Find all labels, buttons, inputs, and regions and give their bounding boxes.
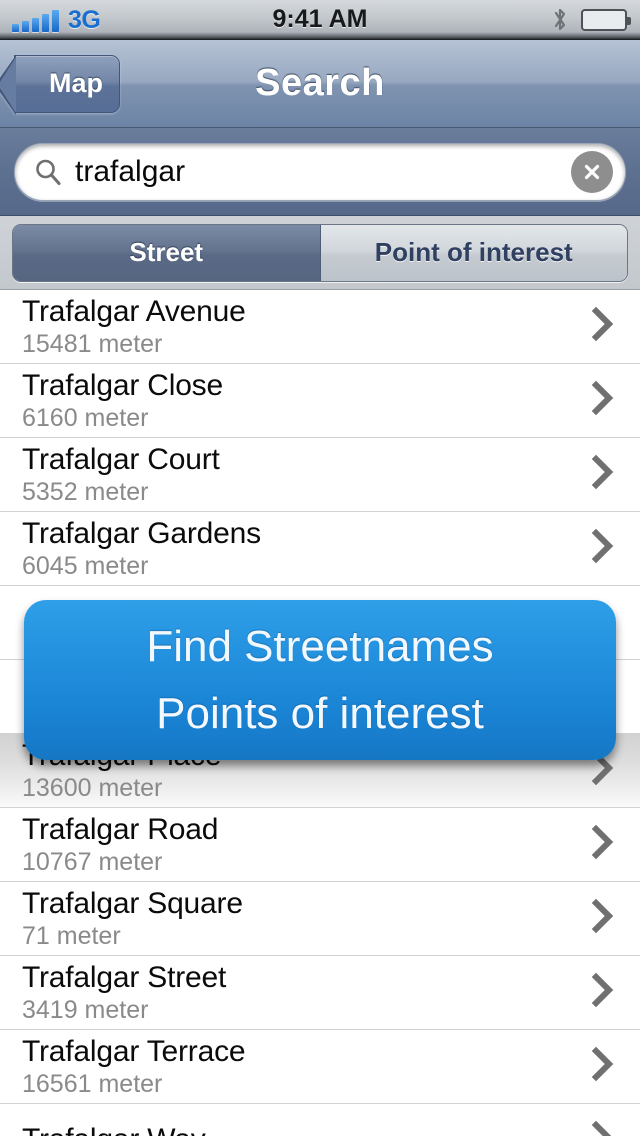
row-content: Trafalgar Avenue 15481 meter — [22, 295, 590, 359]
back-button-label: Map — [0, 54, 120, 115]
street-distance: 10767 meter — [22, 847, 163, 876]
chevron-right-icon — [590, 1120, 616, 1136]
street-distance: 5352 meter — [22, 477, 149, 506]
row-content: Trafalgar Square 71 meter — [22, 887, 590, 951]
table-row[interactable]: Trafalgar Avenue 15481 meter — [0, 290, 640, 364]
magnifier-icon — [33, 157, 63, 187]
clear-circle-x-icon[interactable] — [571, 150, 613, 193]
street-name: Trafalgar Way — [22, 1123, 590, 1136]
table-row[interactable]: Trafalgar Close 6160 meter — [0, 364, 640, 438]
navigation-bar: Map Search — [0, 40, 640, 128]
chevron-right-icon — [590, 898, 616, 939]
callout-line-2: Points of interest — [156, 689, 484, 738]
street-name: Trafalgar Terrace — [22, 1034, 246, 1068]
status-bar-clock: 9:41 AM — [272, 5, 368, 33]
row-content: Trafalgar Close 6160 meter — [22, 369, 590, 433]
chevron-right-icon — [590, 972, 616, 1013]
chevron-right-icon — [590, 380, 616, 421]
chevron-right-icon — [590, 528, 616, 569]
back-button-map[interactable]: Map — [0, 54, 120, 115]
tab-point-of-interest[interactable]: Point of interest — [320, 224, 627, 281]
status-bar: 3G 9:41 AM — [0, 0, 640, 40]
street-name: Trafalgar Avenue — [22, 294, 246, 328]
street-name: Trafalgar Square — [22, 886, 243, 920]
table-row[interactable]: Trafalgar Gardens 6045 meter — [0, 512, 640, 586]
street-distance: 16561 meter — [22, 1069, 163, 1098]
street-name: Trafalgar Road — [22, 812, 219, 846]
search-input[interactable]: trafalgar — [14, 142, 626, 201]
table-row[interactable]: Trafalgar Square 71 meter — [0, 882, 640, 956]
table-row[interactable]: Trafalgar Road 10767 meter — [0, 808, 640, 882]
street-name: Trafalgar Close — [22, 368, 223, 402]
search-bar-container: trafalgar — [0, 128, 640, 216]
street-distance: 15481 meter — [22, 329, 163, 358]
chevron-right-icon — [590, 306, 616, 347]
street-distance: 3419 meter — [22, 995, 149, 1024]
table-row[interactable]: Trafalgar Court 5352 meter — [0, 438, 640, 512]
street-distance: 6160 meter — [22, 403, 149, 432]
row-content: Trafalgar Road 10767 meter — [22, 813, 590, 877]
table-row[interactable]: Trafalgar Street 3419 meter — [0, 956, 640, 1030]
street-distance: 71 meter — [22, 921, 121, 950]
street-name: Trafalgar Court — [22, 442, 220, 476]
table-row[interactable]: Trafalgar Terrace 16561 meter — [0, 1030, 640, 1104]
table-row[interactable]: Trafalgar Way — [0, 1104, 640, 1136]
search-input-value: trafalgar — [75, 154, 186, 188]
street-distance: 6045 meter — [22, 551, 149, 580]
tab-street[interactable]: Street — [13, 224, 321, 281]
row-content: Trafalgar Way — [22, 1123, 590, 1136]
chevron-right-icon — [590, 824, 616, 865]
battery-icon — [581, 8, 631, 31]
street-name: Trafalgar Street — [22, 960, 227, 994]
iphone-screen: 3G 9:41 AM Map Search trafalgar Street P… — [0, 0, 640, 1136]
row-content: Trafalgar Terrace 16561 meter — [22, 1035, 590, 1099]
row-content: Trafalgar Gardens 6045 meter — [22, 517, 590, 581]
tutorial-callout[interactable]: Find Streetnames Points of interest — [24, 600, 616, 760]
segmented-control-container: Street Point of interest — [0, 216, 640, 290]
chevron-right-icon — [590, 454, 616, 495]
street-name: Trafalgar Gardens — [22, 516, 261, 550]
callout-line-1: Find Streetnames — [146, 622, 494, 671]
chevron-right-icon — [590, 1046, 616, 1087]
street-distance: 13600 meter — [22, 773, 163, 802]
segmented-control[interactable]: Street Point of interest — [12, 223, 628, 282]
row-content: Trafalgar Court 5352 meter — [22, 443, 590, 507]
row-content: Trafalgar Street 3419 meter — [22, 961, 590, 1025]
